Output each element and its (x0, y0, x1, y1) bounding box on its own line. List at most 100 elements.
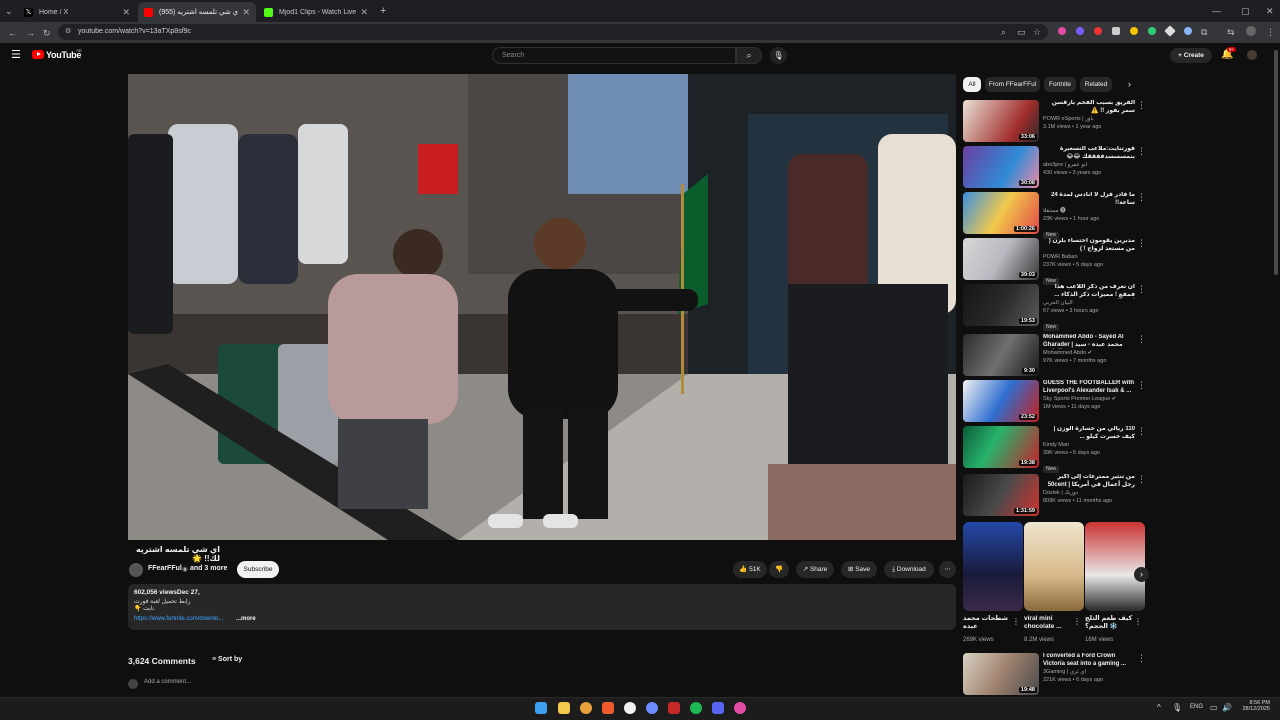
zoom-icon[interactable]: ⌕ (1001, 26, 1006, 38)
rec-channel[interactable]: البيان الحربي (1043, 299, 1135, 307)
cast-icon[interactable]: ▭ (1017, 26, 1026, 38)
youtube-logo-icon[interactable] (32, 50, 44, 59)
app-icon[interactable] (624, 702, 636, 714)
video-thumbnail[interactable]: 1:00:26 (963, 192, 1039, 234)
extension-icon[interactable] (1058, 27, 1066, 35)
extensions-puzzle-icon[interactable]: ⧉ (1201, 26, 1207, 38)
reload-icon[interactable]: ↻ (43, 27, 51, 39)
recommendation-item[interactable]: 39:03 مدبرين يقومون اختساء بلزن ( من مست… (963, 238, 1146, 285)
rec-title[interactable]: مدبرين يقومون اختساء بلزن ( من مستعد لزو… (1043, 238, 1135, 253)
close-window-icon[interactable]: ✕ (1266, 5, 1274, 17)
share-button[interactable]: ↗ Share (796, 561, 834, 578)
sidebar-panel-icon[interactable]: ⇆ (1227, 26, 1235, 38)
sort-comments-button[interactable]: ≡ Sort by (212, 656, 242, 663)
close-icon[interactable]: ✕ (122, 7, 130, 18)
browser-menu-icon[interactable]: ⋮ (1266, 26, 1275, 38)
short-thumbnail[interactable] (963, 522, 1023, 611)
rec-channel[interactable]: POWR Baban (1043, 253, 1135, 261)
app-icon[interactable] (734, 702, 746, 714)
language-indicator[interactable]: ENG (1190, 704, 1203, 710)
bookmark-star-icon[interactable]: ☆ (1033, 26, 1041, 38)
rec-title[interactable]: فورتنايت:ملاعب التسعيرة بنمسسسدققققك 😂😂 (1043, 146, 1135, 161)
rec-title[interactable]: ان تعرف من ذكر اللاعب هذا فمقع ! مميزات … (1043, 284, 1135, 299)
rec-channel[interactable]: Mohammed Abdo ✔ (1043, 349, 1135, 357)
download-button[interactable]: ⤓ Download (884, 561, 934, 578)
chip-fortnite[interactable]: Fortnite (1044, 77, 1076, 92)
system-clock[interactable]: 8:56 PM 28/12/2025 (1240, 700, 1270, 712)
mic-tray-icon[interactable]: 🎙 (1172, 703, 1182, 712)
channel-name[interactable]: FFearFFul (148, 565, 182, 572)
rec-channel[interactable]: Sky Sports Premier League ✔ (1043, 395, 1135, 403)
rec-title[interactable]: Mohammed Abdo - Sayed Al Gharader | محمد… (1043, 334, 1135, 349)
more-vertical-icon[interactable]: ⋮ (1137, 334, 1146, 345)
video-thumbnail[interactable]: 30:08 (963, 146, 1039, 188)
recommendation-item[interactable]: 23:52 GUESS THE FOOTBALLER with Liverpoo… (963, 380, 1146, 422)
search-button[interactable]: ⌕ (736, 47, 762, 64)
search-input[interactable]: Search (492, 47, 736, 64)
more-vertical-icon[interactable]: ⋮ (1137, 380, 1146, 391)
like-button[interactable]: 👍 51K (733, 561, 767, 578)
tab-kick-clips[interactable]: Mjod1 Clips - Watch Live on Ki ✕ (258, 2, 374, 22)
description-box[interactable] (128, 584, 956, 630)
subscribe-button[interactable]: Subscribe (237, 561, 279, 578)
collaborators-label[interactable]: and 3 more (190, 565, 227, 572)
voice-search-button[interactable]: 🎙 (770, 47, 787, 64)
short-title[interactable]: كيف طعم الثلج الحجم؟ ❄️ (1085, 615, 1137, 631)
site-info-icon[interactable]: ⚙ (65, 24, 71, 40)
rec-channel[interactable]: POWR eSports | باور (1043, 115, 1135, 123)
recommendation-item[interactable]: 9:30 Mohammed Abdo - Sayed Al Gharader |… (963, 334, 1146, 376)
address-bar[interactable]: ⚙ youtube.com/watch?v=13aTXp8sf9c (58, 24, 1048, 40)
rec-channel[interactable]: 3Gaming | اي ثري (1043, 668, 1135, 676)
create-button[interactable]: + Create (1170, 48, 1212, 63)
file-explorer-icon[interactable] (558, 702, 570, 714)
tray-chevron-icon[interactable]: ^ (1157, 703, 1161, 712)
rec-channel[interactable]: مستقلا 🅥 (1043, 207, 1135, 215)
video-thumbnail[interactable]: 19:38 (963, 426, 1039, 468)
video-thumbnail[interactable]: 19:48 (963, 653, 1039, 695)
more-vertical-icon[interactable]: ⋮ (1137, 426, 1146, 437)
video-thumbnail[interactable]: 1:31:59 (963, 474, 1039, 516)
dislike-button[interactable]: 👎 (769, 561, 789, 578)
rec-channel[interactable]: Kindy Man (1043, 441, 1135, 449)
recommendation-item[interactable]: 30:08 فورتنايت:ملاعب التسعيرة بنمسسسدققق… (963, 146, 1146, 188)
extension-icon[interactable] (1112, 27, 1120, 35)
save-button[interactable]: ⊞ Save (841, 561, 877, 578)
video-thumbnail[interactable]: 33:06 (963, 100, 1039, 142)
tab-x-home[interactable]: 𝕏 Home / X ✕ (18, 2, 136, 22)
discord-icon[interactable] (712, 702, 724, 714)
description-link[interactable]: https://www.fortnite.com/downlo... (134, 616, 223, 622)
rec-channel[interactable]: abo3pre | ابو عمرو (1043, 161, 1135, 169)
shorts-next-button[interactable]: › (1134, 567, 1149, 582)
rec-title[interactable]: من تنثير ممترعات إلى أكبر رجل أعمال في أ… (1043, 474, 1135, 489)
short-thumbnail[interactable] (1085, 522, 1145, 611)
tab-youtube-video[interactable]: اي شي تلمسه اشتريه (955) ✉ ✕ (138, 2, 256, 22)
rec-title[interactable]: 110 ريالي من خسارة الوزن | كيف خسرت كيلو… (1043, 426, 1135, 441)
recommendation-item[interactable]: 1:00:26 ما فادر فزل لا انادس لمدة 24 ساع… (963, 192, 1146, 239)
brave-icon[interactable] (602, 702, 614, 714)
more-vertical-icon[interactable]: ⋮ (1134, 617, 1142, 626)
close-icon[interactable]: ✕ (360, 7, 368, 18)
hamburger-menu-icon[interactable]: ☰ (11, 50, 21, 61)
video-thumbnail[interactable]: 9:30 (963, 334, 1039, 376)
app-icon[interactable] (646, 702, 658, 714)
new-tab-button[interactable]: + (380, 5, 386, 17)
chip-related[interactable]: Related (1080, 77, 1112, 92)
add-comment-input[interactable]: Add a comment... (144, 679, 191, 685)
rec-channel[interactable]: Doziek | دوزيك (1043, 489, 1135, 497)
more-vertical-icon[interactable]: ⋮ (1137, 192, 1146, 203)
page-scrollbar[interactable] (1274, 50, 1278, 275)
more-vertical-icon[interactable]: ⋮ (1137, 474, 1146, 485)
spotify-icon[interactable] (690, 702, 702, 714)
extension-icon[interactable] (1148, 27, 1156, 35)
more-vertical-icon[interactable]: ⋮ (1137, 146, 1146, 157)
rec-title[interactable]: ما فادر فزل لا انادس لمدة 24 ساعة!! (1043, 192, 1135, 207)
tab-list-icon[interactable]: ⌄ (5, 5, 13, 17)
app-icon[interactable] (668, 702, 680, 714)
more-vertical-icon[interactable]: ⋮ (1012, 617, 1020, 626)
profile-avatar-icon[interactable] (1246, 26, 1256, 36)
extension-icon[interactable] (1094, 27, 1102, 35)
network-icon[interactable]: ▭ (1210, 703, 1218, 712)
account-avatar[interactable] (1247, 50, 1257, 60)
recommendation-item[interactable]: 19:53 ان تعرف من ذكر اللاعب هذا فمقع ! م… (963, 284, 1146, 331)
more-vertical-icon[interactable]: ⋮ (1137, 284, 1146, 295)
